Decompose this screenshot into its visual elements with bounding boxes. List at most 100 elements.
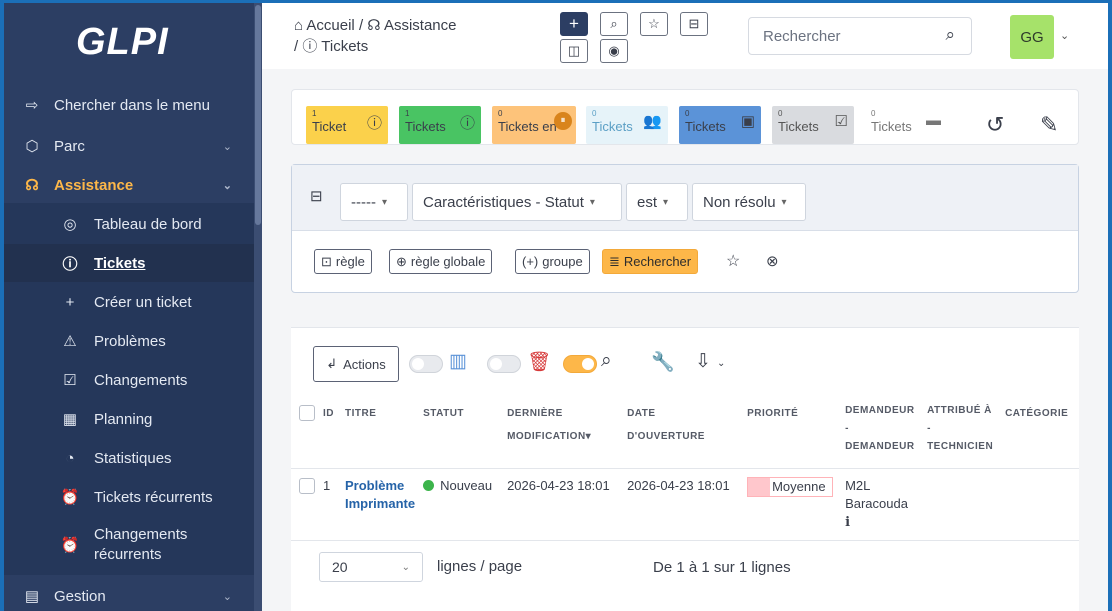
chevron-down-icon[interactable]: ⌄: [717, 358, 725, 369]
view-button[interactable]: ◉: [600, 39, 628, 63]
search-button[interactable]: ⌕: [600, 12, 628, 36]
scrollbar-thumb[interactable]: [255, 5, 261, 225]
priority-badge: Moyenne: [747, 476, 833, 497]
breadcrumb-assistance[interactable]: Assistance: [384, 17, 457, 34]
sidebar-item-search-menu[interactable]: ⇨ Chercher dans le menu: [4, 86, 254, 124]
sidebar-item-changes[interactable]: ☑ Changements: [4, 361, 254, 399]
col-status[interactable]: STATUT: [419, 400, 504, 469]
user-avatar[interactable]: GG: [1010, 15, 1054, 59]
home-icon: ⌂: [294, 17, 304, 34]
cell-opening-date: 2026-04-23 18:01: [623, 468, 744, 541]
eye-icon: ◉: [608, 43, 620, 58]
cell-title[interactable]: Problème Imprimante: [341, 468, 420, 541]
caret-down-icon: ▾: [381, 196, 388, 208]
criteria-link-select[interactable]: ----- ▾: [340, 183, 408, 221]
col-id[interactable]: ID: [319, 400, 341, 469]
assistance-submenu: ◎ Tableau de bord ⓘ Tickets + Créer un t…: [4, 203, 254, 575]
map-icon[interactable]: ▥: [449, 350, 467, 373]
col-opening-date[interactable]: DATE D'OUVERTURE: [623, 400, 744, 469]
col-requester[interactable]: DEMANDEUR - DEMANDEUR: [841, 400, 924, 469]
ticket-title-link[interactable]: Imprimante: [345, 496, 415, 511]
braces-plus-icon: (+): [522, 254, 539, 269]
col-priority[interactable]: PRIORITÉ: [743, 400, 842, 469]
col-category[interactable]: CATÉGORIE: [1001, 400, 1079, 469]
collapse-icon[interactable]: ⊟: [310, 187, 323, 205]
sidebar-item-tickets[interactable]: ⓘ Tickets: [4, 244, 254, 282]
templates-button[interactable]: ⊟: [680, 12, 708, 36]
cube-icon: ⬡: [25, 138, 39, 155]
card-planned-tickets[interactable]: 0 Tickets ▣: [679, 106, 761, 144]
sidebar-item-create-ticket[interactable]: + Créer un ticket: [4, 283, 254, 321]
caret-down-icon: ▾: [663, 196, 669, 208]
sidebar-item-label: Changements récurrents: [94, 525, 187, 565]
col-label: -: [927, 423, 931, 434]
button-label: Actions: [343, 356, 386, 372]
requester-name[interactable]: M2L: [845, 478, 870, 493]
search-icon: ⌕: [945, 25, 955, 44]
sidebar-item-dashboard[interactable]: ◎ Tableau de bord: [4, 205, 254, 243]
requester-name[interactable]: Baracouda: [845, 496, 908, 511]
criteria-value-select[interactable]: Non résolu ▾: [692, 183, 806, 221]
cell-status: Nouveau: [419, 468, 504, 541]
sidebar-scrollbar[interactable]: [254, 3, 262, 611]
sidebar-item-parc[interactable]: ⬡ Parc ⌄: [4, 127, 254, 165]
edit-icon[interactable]: ✎: [1040, 112, 1058, 138]
sidebar-item-planning[interactable]: ▦ Planning: [4, 400, 254, 438]
sidebar-item-assistance[interactable]: ☊ Assistance ⌄: [4, 166, 254, 204]
criteria-field-select[interactable]: Caractéristiques - Statut ▾: [412, 183, 622, 221]
col-last-modified[interactable]: DERNIÈRE MODIFICATION▾: [503, 400, 624, 469]
sidebar-item-gestion[interactable]: ▤ Gestion ⌄: [4, 577, 254, 611]
sidebar-item-recurrent-changes[interactable]: ⏰ Changements récurrents: [4, 521, 254, 569]
add-global-rule-button[interactable]: ⊕ règle globale: [389, 249, 493, 274]
add-rule-button[interactable]: ⊡ règle: [314, 249, 372, 274]
glpi-logo[interactable]: GLPI: [76, 21, 169, 64]
row-checkbox[interactable]: [299, 478, 315, 495]
wallet-icon: ▤: [24, 588, 40, 605]
trash-toggle[interactable]: [487, 355, 521, 373]
card-assigned-tickets[interactable]: 1 Tickets ⓘ: [399, 106, 481, 144]
sidebar-item-problems[interactable]: ⚠ Problèmes: [4, 322, 254, 360]
card-new-ticket[interactable]: 1 Ticket ⓘ: [306, 106, 388, 144]
search-icon[interactable]: ⌕: [601, 350, 612, 372]
search-submit-button[interactable]: ≣ Rechercher: [602, 249, 699, 274]
select-all-checkbox[interactable]: [299, 405, 315, 422]
table-row[interactable]: 1 Problème Imprimante Nouveau 2026-04-23…: [291, 468, 1079, 541]
add-group-button[interactable]: (+) groupe: [515, 249, 590, 274]
clipboard-check-icon: ☑: [63, 372, 77, 389]
chevron-down-icon[interactable]: ⌄: [1060, 29, 1069, 42]
card-closed-tickets[interactable]: 0 Tickets ▬: [865, 106, 947, 144]
col-technician[interactable]: ATTRIBUÉ À - TECHNICIEN: [923, 400, 1002, 469]
headset-icon: ☊: [25, 177, 39, 194]
sidebar-item-statistics[interactable]: ◔ Statistiques: [4, 439, 254, 477]
actions-button[interactable]: ↲ Actions: [313, 346, 399, 382]
card-observed-tickets[interactable]: 0 Tickets 👥: [586, 106, 668, 144]
global-search-input[interactable]: Rechercher ⌕: [748, 17, 972, 55]
map-toggle[interactable]: [409, 355, 443, 373]
calendar-check-icon: ▣: [740, 113, 755, 130]
sidebar-item-label: Chercher dans le menu: [54, 96, 210, 114]
trash-icon[interactable]: 🗑: [527, 350, 551, 374]
criteria-operator-select[interactable]: est ▾: [626, 183, 688, 221]
breadcrumb-home[interactable]: Accueil: [306, 17, 354, 34]
star-icon[interactable]: ☆: [726, 251, 740, 271]
breadcrumb-tickets[interactable]: Tickets: [321, 38, 368, 55]
sidebar-item-recurrent-tickets[interactable]: ⏰ Tickets récurrents: [4, 478, 254, 516]
users-icon: 👥: [643, 113, 662, 130]
export-icon[interactable]: ⇩: [695, 350, 711, 373]
card-solved-tickets[interactable]: 0 Tickets ☑: [772, 106, 854, 144]
info-icon[interactable]: i: [845, 515, 850, 530]
breadcrumb: ⌂ Accueil / ☊ Assistance / ⓘ Tickets: [294, 15, 457, 57]
per-page-select[interactable]: 20 ⌄: [319, 552, 423, 582]
card-pending-tickets[interactable]: 0 Tickets en ⏸: [492, 106, 576, 144]
history-icon[interactable]: ↺: [986, 112, 1004, 138]
bookmark-button[interactable]: ☆: [640, 12, 668, 36]
split-view-button[interactable]: ◫: [560, 39, 588, 63]
add-button[interactable]: +: [560, 12, 588, 36]
sidebar-item-label: Planning: [94, 410, 153, 428]
col-title[interactable]: TITRE: [341, 400, 420, 469]
reset-icon[interactable]: ⊗: [766, 252, 779, 270]
search-toggle[interactable]: [563, 355, 597, 373]
wrench-icon[interactable]: 🔧: [651, 350, 675, 374]
tickets-table: ID TITRE STATUT DERNIÈRE MODIFICATION▾ D…: [291, 400, 1079, 541]
ticket-title-link[interactable]: Problème: [345, 478, 404, 493]
